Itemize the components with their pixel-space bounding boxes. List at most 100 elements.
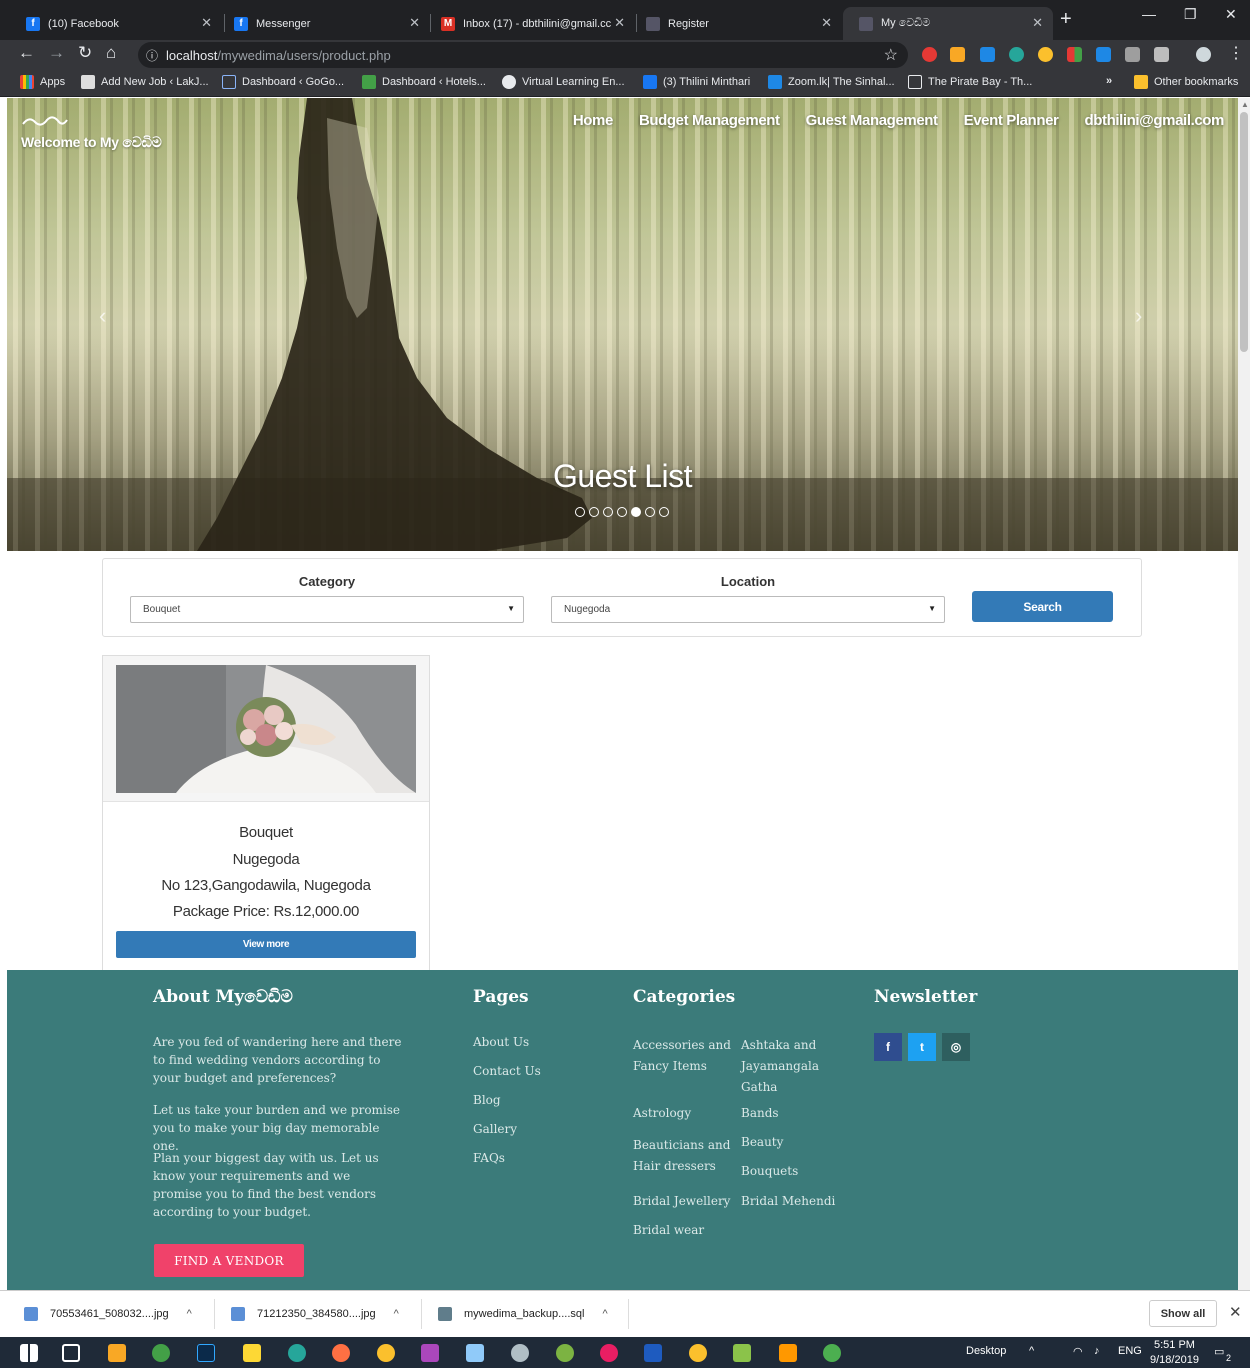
close-icon[interactable]: ✕ bbox=[1229, 1303, 1242, 1321]
notification-icon[interactable]: ▭ bbox=[1214, 1345, 1224, 1358]
extension-icon[interactable] bbox=[950, 47, 965, 62]
tab-messenger[interactable]: f Messenger ✕ bbox=[218, 7, 430, 40]
app-icon[interactable] bbox=[152, 1344, 170, 1362]
task-view-icon[interactable] bbox=[62, 1344, 80, 1362]
show-all-button[interactable]: Show all bbox=[1149, 1300, 1217, 1327]
app-icon[interactable] bbox=[511, 1344, 529, 1362]
close-icon[interactable]: ✕ bbox=[1032, 15, 1043, 31]
chrome-icon[interactable] bbox=[689, 1344, 707, 1362]
category-link[interactable]: Bridal Jewellery bbox=[633, 1194, 730, 1208]
firefox-icon[interactable] bbox=[332, 1344, 350, 1362]
network-icon[interactable]: ◠ bbox=[1073, 1345, 1083, 1358]
forward-icon[interactable]: → bbox=[48, 43, 65, 63]
address-bar[interactable]: ⓘ localhost/mywedima/users/product.php ☆ bbox=[138, 42, 908, 68]
nav-user-account[interactable]: dbthilini@gmail.com bbox=[1084, 112, 1224, 129]
category-link[interactable]: Ashtaka and Jayamangala Gatha bbox=[741, 1035, 831, 1098]
footer-link-gallery[interactable]: Gallery bbox=[473, 1122, 517, 1136]
category-link[interactable]: Accessories and Fancy Items bbox=[633, 1035, 733, 1077]
app-icon[interactable] bbox=[288, 1344, 306, 1362]
bookmark-item[interactable]: Add New Job ‹ LakJ... bbox=[81, 75, 209, 89]
app-icon[interactable] bbox=[466, 1344, 484, 1362]
footer-link-blog[interactable]: Blog bbox=[473, 1093, 501, 1107]
scrollbar-thumb[interactable] bbox=[1240, 112, 1248, 352]
product-image[interactable] bbox=[116, 665, 416, 793]
tab-register[interactable]: Register ✕ bbox=[630, 7, 842, 40]
clock-date[interactable]: 9/18/2019 bbox=[1150, 1354, 1199, 1366]
language-indicator[interactable]: ENG bbox=[1118, 1345, 1142, 1357]
reload-icon[interactable]: ↻ bbox=[78, 43, 92, 63]
close-icon[interactable]: ✕ bbox=[614, 15, 625, 31]
bookmarks-overflow[interactable]: » bbox=[1106, 75, 1112, 87]
category-link[interactable]: Astrology bbox=[633, 1106, 691, 1120]
facebook-icon[interactable]: f bbox=[874, 1033, 902, 1061]
carousel-indicator[interactable] bbox=[617, 507, 627, 517]
tab-mywedima[interactable]: My වෙඩිම ✕ bbox=[843, 7, 1053, 40]
close-icon[interactable]: ✕ bbox=[821, 15, 832, 31]
bookmark-apps[interactable]: Apps bbox=[20, 75, 65, 89]
close-icon[interactable]: ✕ bbox=[409, 15, 420, 31]
tab-gmail[interactable]: M Inbox (17) - dbthilini@gmail.cc ✕ bbox=[425, 7, 635, 40]
download-extension-icon[interactable] bbox=[1096, 47, 1111, 62]
bookmark-other[interactable]: Other bookmarks bbox=[1134, 75, 1238, 89]
footer-link-faqs[interactable]: FAQs bbox=[473, 1151, 505, 1165]
bookmark-item[interactable]: (3) Thilini Minthari bbox=[643, 75, 750, 89]
menu-icon[interactable]: ⋮ bbox=[1228, 43, 1244, 63]
find-vendor-button[interactable]: FIND A VENDOR bbox=[154, 1244, 304, 1277]
close-icon[interactable]: ✕ bbox=[201, 15, 212, 31]
chevron-up-icon[interactable]: ^ bbox=[602, 1308, 607, 1320]
notepad-icon[interactable] bbox=[733, 1344, 751, 1362]
extension-icon[interactable] bbox=[980, 47, 995, 62]
bookmark-item[interactable]: The Pirate Bay - Th... bbox=[908, 75, 1032, 89]
category-link[interactable]: Bridal wear bbox=[633, 1223, 704, 1237]
tab-facebook[interactable]: f (10) Facebook ✕ bbox=[10, 7, 222, 40]
nav-budget-management[interactable]: Budget Management bbox=[639, 112, 780, 129]
extension-icon[interactable] bbox=[1067, 47, 1082, 62]
site-brand[interactable]: Welcome to My වෙඩිම bbox=[21, 134, 162, 151]
nav-home[interactable]: Home bbox=[573, 112, 613, 129]
app-icon[interactable] bbox=[779, 1344, 797, 1362]
footer-link-contact[interactable]: Contact Us bbox=[473, 1064, 541, 1078]
carousel-indicator[interactable] bbox=[645, 507, 655, 517]
nav-event-planner[interactable]: Event Planner bbox=[964, 112, 1059, 129]
bookmark-item[interactable]: Virtual Learning En... bbox=[502, 75, 625, 89]
sticky-notes-icon[interactable] bbox=[243, 1344, 261, 1362]
word-icon[interactable] bbox=[644, 1344, 662, 1362]
new-tab-icon[interactable]: + bbox=[1060, 8, 1072, 31]
scroll-up-icon[interactable]: ▲ bbox=[1241, 100, 1249, 109]
page-scrollbar[interactable]: ▲ bbox=[1238, 98, 1250, 1290]
file-explorer-icon[interactable] bbox=[108, 1344, 126, 1362]
minimize-icon[interactable]: — bbox=[1142, 6, 1156, 22]
carousel-indicator[interactable] bbox=[659, 507, 669, 517]
back-icon[interactable]: ← bbox=[18, 43, 35, 63]
category-link[interactable]: Beauticians and Hair dressers bbox=[633, 1135, 733, 1177]
view-more-button[interactable]: View more bbox=[116, 931, 416, 958]
carousel-indicator[interactable] bbox=[603, 507, 613, 517]
bookmark-item[interactable]: Zoom.lk| The Sinhal... bbox=[768, 75, 895, 89]
carousel-indicator[interactable] bbox=[575, 507, 585, 517]
category-link[interactable]: Bouquets bbox=[741, 1164, 798, 1178]
desktop-toolbar-label[interactable]: Desktop bbox=[966, 1345, 1006, 1357]
profile-avatar[interactable] bbox=[1196, 47, 1211, 62]
footer-link-about[interactable]: About Us bbox=[473, 1035, 529, 1049]
close-window-icon[interactable]: ✕ bbox=[1225, 6, 1237, 23]
whatsapp-icon[interactable] bbox=[823, 1344, 841, 1362]
category-link[interactable]: Beauty bbox=[741, 1135, 783, 1149]
download-item[interactable]: mywedima_backup....sql ^ bbox=[438, 1307, 608, 1321]
app-icon[interactable] bbox=[421, 1344, 439, 1362]
location-select[interactable]: Nugegoda ▼ bbox=[551, 596, 945, 623]
chrome-icon[interactable] bbox=[377, 1344, 395, 1362]
download-item[interactable]: 71212350_384580....jpg ^ bbox=[231, 1307, 399, 1321]
bookmark-star-icon[interactable]: ☆ bbox=[884, 45, 898, 65]
info-icon[interactable]: ⓘ bbox=[146, 47, 158, 64]
chevron-up-icon[interactable]: ^ bbox=[187, 1308, 192, 1320]
grammarly-icon[interactable] bbox=[1009, 47, 1024, 62]
home-icon[interactable]: ⌂ bbox=[106, 43, 116, 63]
extension-icon[interactable] bbox=[922, 47, 937, 62]
search-button[interactable]: Search bbox=[972, 591, 1113, 622]
carousel-indicator[interactable] bbox=[589, 507, 599, 517]
wamp-icon[interactable] bbox=[600, 1344, 618, 1362]
windows-start-icon[interactable] bbox=[20, 1344, 38, 1362]
carousel-prev-icon[interactable]: ‹ bbox=[99, 303, 106, 329]
extension-icon[interactable] bbox=[1125, 47, 1140, 62]
twitter-icon[interactable]: t bbox=[908, 1033, 936, 1061]
